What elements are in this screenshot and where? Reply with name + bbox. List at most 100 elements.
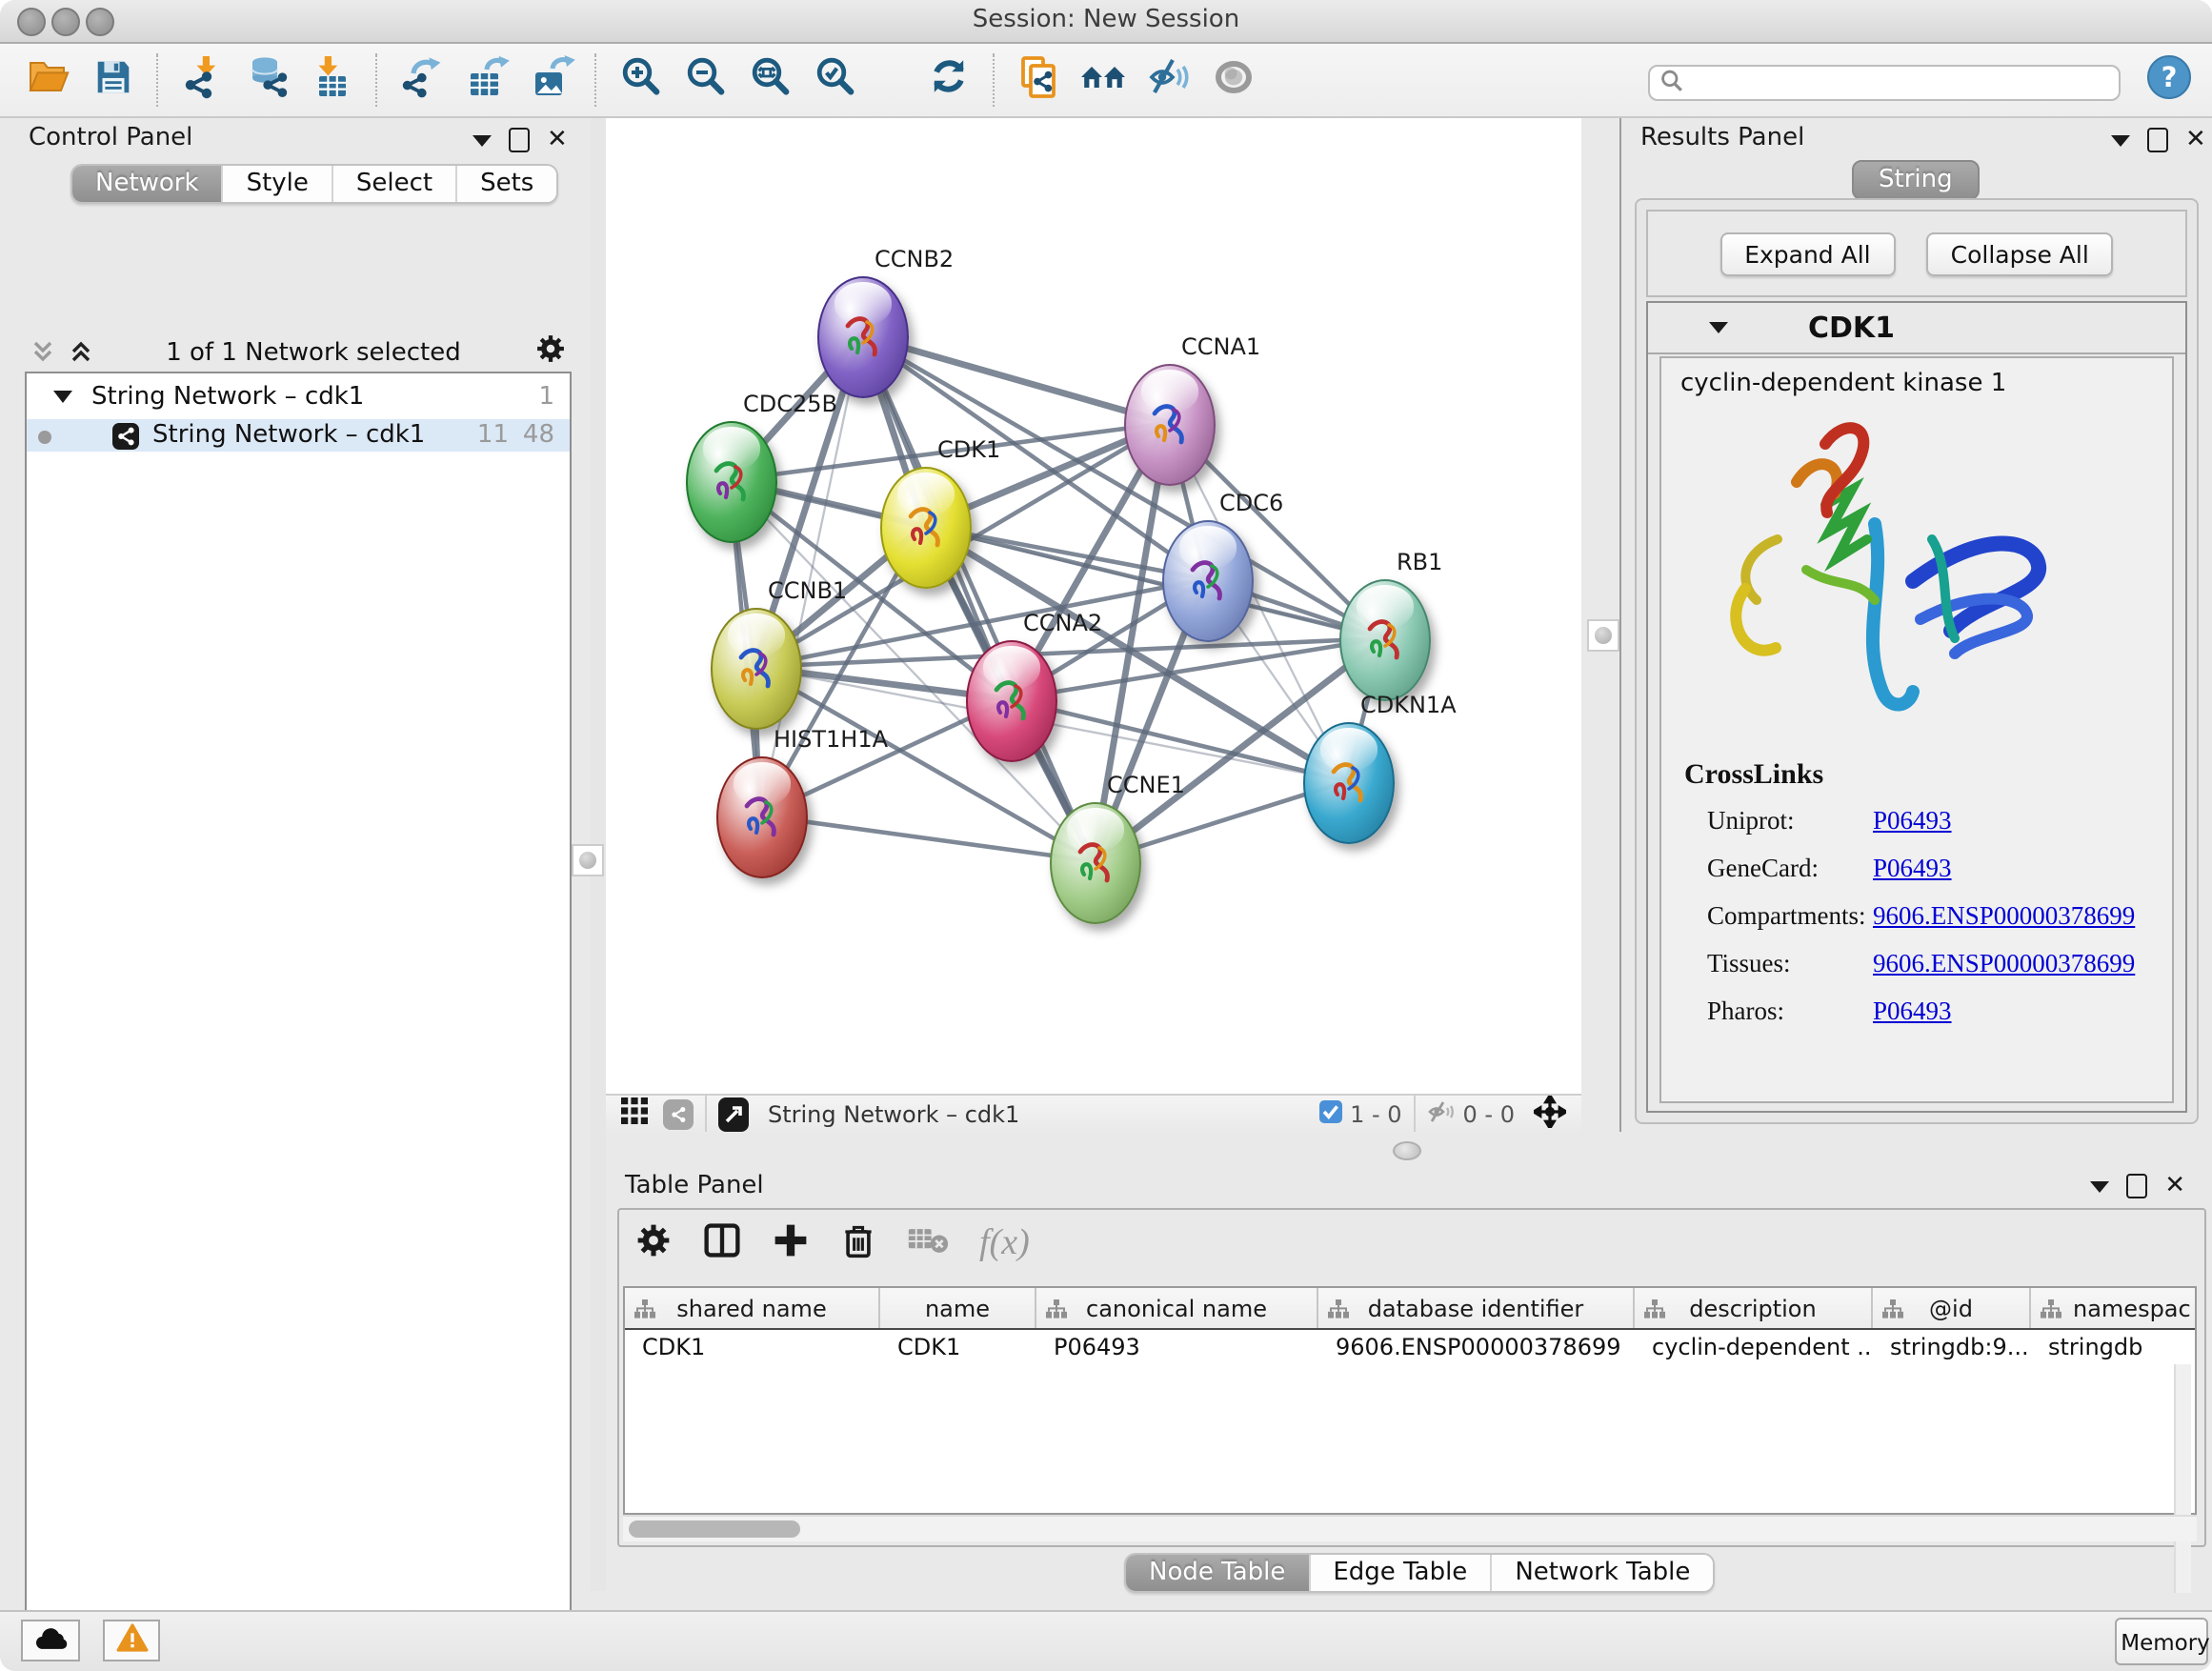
crosslink-value-link[interactable]: 9606.ENSP00000378699 — [1873, 901, 2135, 932]
cloud-button[interactable] — [21, 1620, 80, 1661]
network-node-cdc25b[interactable] — [686, 421, 777, 543]
tab-string[interactable]: String — [1852, 160, 1980, 200]
close-panel-icon[interactable]: ✕ — [2164, 1176, 2185, 1197]
table-row[interactable]: CDK1CDK1P064939606.ENSP00000378699cyclin… — [625, 1330, 2195, 1368]
left-splitter-handle[interactable] — [572, 844, 604, 876]
export-table-button[interactable] — [453, 48, 518, 112]
gear-icon[interactable] — [533, 332, 568, 373]
network-edge[interactable] — [1010, 699, 1347, 781]
share-session-button[interactable] — [1006, 48, 1071, 112]
table-gear-icon[interactable] — [634, 1221, 673, 1267]
tab-style[interactable]: Style — [224, 166, 333, 202]
network-canvas[interactable]: CCNB2CCNA1CDC25BCDK1CDC6RB1CCNB1CCNA2CDK… — [606, 118, 1581, 1094]
zoom-window-icon[interactable] — [86, 8, 114, 36]
add-column-icon[interactable] — [772, 1221, 810, 1267]
refresh-button[interactable] — [916, 48, 981, 112]
scrollbar-thumb[interactable] — [629, 1520, 800, 1538]
collapse-gene-icon[interactable] — [1709, 322, 1728, 333]
import-network-button[interactable] — [170, 48, 234, 112]
network-node-ccnb1[interactable] — [711, 608, 802, 730]
table-cell[interactable]: stringdb:9... — [1873, 1330, 2031, 1368]
network-edge[interactable] — [861, 335, 1094, 861]
save-session-button[interactable] — [80, 48, 145, 112]
table-column-header-canonical-name[interactable]: canonical name — [1036, 1288, 1318, 1328]
network-type-icon[interactable] — [663, 1099, 694, 1130]
gene-section-header[interactable]: CDK1 — [1648, 303, 2185, 354]
zoom-out-button[interactable] — [673, 48, 737, 112]
tab-sets[interactable]: Sets — [457, 166, 556, 202]
panel-menu-icon[interactable] — [473, 134, 492, 146]
minimize-window-icon[interactable] — [51, 8, 80, 36]
network-edge[interactable] — [760, 815, 1094, 861]
crosslink-value-link[interactable]: P06493 — [1873, 854, 1952, 884]
show-columns-icon[interactable] — [703, 1221, 741, 1267]
panel-menu-icon[interactable] — [2090, 1180, 2109, 1192]
highlight-button[interactable] — [1200, 48, 1265, 112]
network-node-cdc6[interactable] — [1162, 520, 1254, 642]
network-node-hist1h1a[interactable] — [716, 756, 808, 878]
open-session-button[interactable] — [15, 48, 80, 112]
close-panel-icon[interactable]: ✕ — [547, 130, 568, 151]
hide-panel-button[interactable] — [1136, 48, 1200, 112]
collapse-all-button[interactable]: Collapse All — [1926, 232, 2114, 275]
expand-all-networks-icon[interactable] — [69, 334, 93, 371]
table-cell[interactable]: CDK1 — [880, 1330, 1036, 1368]
panel-menu-icon[interactable] — [2111, 134, 2130, 146]
tab-network[interactable]: Network — [72, 166, 224, 202]
close-panel-icon[interactable]: ✕ — [2185, 130, 2206, 151]
zoom-in-button[interactable] — [608, 48, 673, 112]
network-node-cdk1[interactable] — [880, 467, 972, 589]
tree-expander-icon[interactable] — [53, 383, 72, 412]
network-node-ccna1[interactable] — [1124, 364, 1216, 486]
tab-edge-table[interactable]: Edge Table — [1310, 1555, 1492, 1591]
network-node-ccnb2[interactable] — [817, 276, 909, 398]
network-row-selected[interactable]: String Network – cdk1 11 48 — [27, 419, 570, 452]
search-input[interactable] — [1648, 65, 2121, 101]
birdseye-grid-icon[interactable] — [621, 1097, 650, 1132]
network-node-cdkn1a[interactable] — [1303, 722, 1395, 844]
tab-node-table[interactable]: Node Table — [1126, 1555, 1310, 1591]
table-cell[interactable]: stringdb — [2031, 1330, 2191, 1368]
import-network-from-database-button[interactable] — [234, 48, 299, 112]
tab-select[interactable]: Select — [333, 166, 457, 202]
network-collection-row[interactable]: String Network – cdk1 1 — [27, 381, 570, 413]
table-cell[interactable]: CDK1 — [625, 1330, 880, 1368]
table-vertical-scrollbar[interactable] — [2174, 1364, 2191, 1593]
float-panel-icon[interactable] — [2147, 128, 2168, 152]
table-horizontal-scrollbar[interactable] — [623, 1515, 2197, 1541]
fit-content-crosshair-icon[interactable] — [1534, 1096, 1566, 1134]
zoom-fit-button[interactable] — [737, 48, 802, 112]
import-table-button[interactable] — [299, 48, 364, 112]
horizontal-splitter-handle[interactable] — [1393, 1141, 1421, 1160]
checkbox-icon[interactable] — [1317, 1099, 1342, 1130]
network-node-rb1[interactable] — [1339, 579, 1431, 701]
delete-column-icon[interactable] — [840, 1221, 876, 1267]
crosslink-value-link[interactable]: 9606.ENSP00000378699 — [1873, 949, 2135, 979]
table-column-header-name[interactable]: name — [880, 1288, 1036, 1328]
right-splitter-handle[interactable] — [1587, 619, 1619, 652]
open-in-new-icon[interactable] — [718, 1097, 749, 1132]
network-node-ccne1[interactable] — [1050, 802, 1141, 924]
warning-button[interactable] — [103, 1620, 160, 1661]
network-node-ccna2[interactable] — [966, 640, 1057, 762]
close-window-icon[interactable] — [17, 8, 46, 36]
table-column-header-database-identifier[interactable]: database identifier — [1318, 1288, 1635, 1328]
table-column-header-shared-name[interactable]: shared name — [625, 1288, 880, 1328]
export-network-button[interactable] — [389, 48, 453, 112]
table-column-header--id[interactable]: @id — [1873, 1288, 2031, 1328]
float-panel-icon[interactable] — [2126, 1174, 2147, 1198]
homes-button[interactable] — [1071, 48, 1136, 112]
table-cell[interactable]: 9606.ENSP00000378699 — [1318, 1330, 1635, 1368]
collapse-all-networks-icon[interactable] — [30, 334, 55, 371]
crosslink-value-link[interactable]: P06493 — [1873, 997, 1952, 1027]
help-button[interactable]: ? — [2136, 48, 2201, 112]
tab-network-table[interactable]: Network Table — [1492, 1555, 1713, 1591]
export-image-button[interactable] — [518, 48, 583, 112]
memory-button[interactable]: Memory — [2115, 1618, 2208, 1665]
table-cell[interactable]: P06493 — [1036, 1330, 1318, 1368]
crosslink-value-link[interactable]: P06493 — [1873, 806, 1952, 836]
zoom-selected-button[interactable] — [802, 48, 867, 112]
float-panel-icon[interactable] — [509, 128, 530, 152]
table-cell[interactable]: cyclin-dependent ... — [1635, 1330, 1873, 1368]
expand-all-button[interactable]: Expand All — [1719, 232, 1895, 275]
